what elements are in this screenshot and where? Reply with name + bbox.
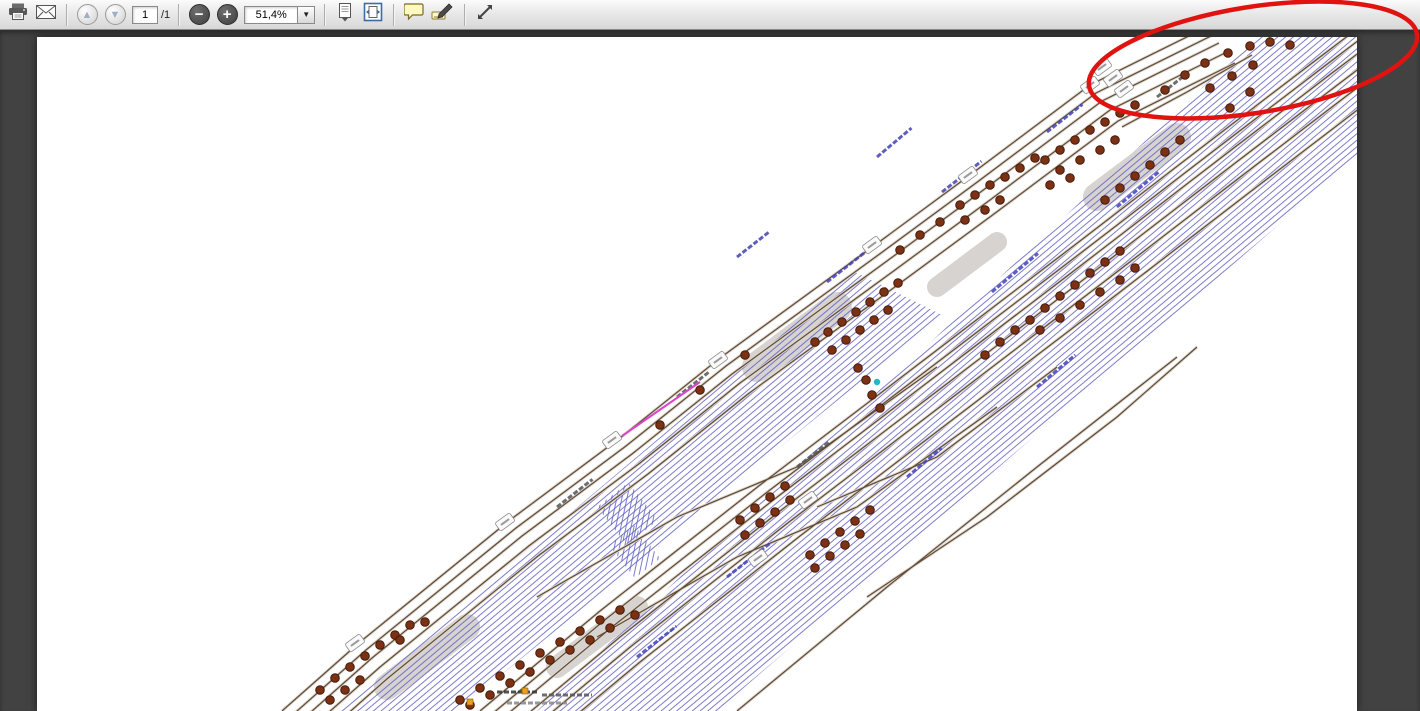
sign-button[interactable] <box>430 3 456 27</box>
zoom-level-value[interactable]: 51,4% <box>244 6 298 24</box>
hatched-areas-layer <box>337 37 1357 711</box>
zoom-out-button[interactable]: − <box>187 3 211 27</box>
toolbar: ▲ ▼ /1 − + 51,4% ▼ <box>0 0 1420 30</box>
separator <box>66 4 67 26</box>
envelope-icon <box>36 5 56 24</box>
next-page-button[interactable]: ▼ <box>103 3 127 27</box>
zoom-in-button[interactable]: + <box>215 3 239 27</box>
fit-page-icon <box>363 2 383 27</box>
separator <box>393 4 394 26</box>
print-button[interactable] <box>6 3 30 27</box>
up-arrow-icon: ▲ <box>77 4 98 25</box>
separator <box>178 4 179 26</box>
page-total-label: /1 <box>161 9 170 21</box>
page-number-input[interactable] <box>132 6 158 24</box>
speech-bubble-icon <box>404 3 424 26</box>
separator <box>324 4 325 26</box>
zoom-dropdown-button[interactable]: ▼ <box>298 6 315 24</box>
fullscreen-arrows-icon <box>475 2 495 27</box>
minus-icon: − <box>189 4 210 25</box>
scrolling-mode-button[interactable] <box>333 3 357 27</box>
scrolling-page-icon <box>335 2 355 27</box>
fit-page-button[interactable] <box>361 3 385 27</box>
previous-page-button[interactable]: ▲ <box>75 3 99 27</box>
print-icon <box>7 3 29 26</box>
signature-pen-icon <box>431 3 455 26</box>
separator <box>464 4 465 26</box>
down-arrow-icon: ▼ <box>105 4 126 25</box>
pdf-viewer-window: ▲ ▼ /1 − + 51,4% ▼ <box>0 0 1420 711</box>
plus-icon: + <box>217 4 238 25</box>
email-button[interactable] <box>34 3 58 27</box>
pdf-page[interactable] <box>37 37 1357 711</box>
zoom-combo: 51,4% ▼ <box>244 6 315 24</box>
fullscreen-button[interactable] <box>473 3 497 27</box>
track-diagram <box>37 37 1357 711</box>
comment-button[interactable] <box>402 3 426 27</box>
document-area[interactable] <box>0 30 1420 711</box>
